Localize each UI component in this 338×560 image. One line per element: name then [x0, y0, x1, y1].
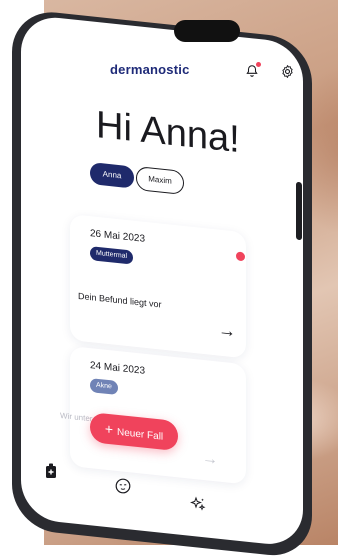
case-icon[interactable] — [45, 463, 57, 479]
case-message: Wir unter — [60, 410, 93, 424]
case-tag: Muttermal — [90, 246, 134, 265]
case-tag: Akne — [90, 378, 118, 396]
case-card[interactable]: 26 Mai 2023 Muttermal Dein Befund liegt … — [70, 214, 246, 359]
gear-icon[interactable] — [280, 64, 295, 79]
case-message: Dein Befund liegt vor — [78, 290, 162, 310]
arrow-right-icon[interactable]: → — [202, 450, 218, 470]
new-case-label: Neuer Fall — [117, 426, 164, 443]
sparkle-icon[interactable] — [190, 496, 206, 512]
face-icon[interactable] — [115, 478, 131, 494]
notification-dot — [256, 62, 261, 67]
profile-tab-anna[interactable]: Anna — [90, 162, 134, 189]
case-date: 26 Mai 2023 — [90, 228, 146, 245]
arrow-right-icon[interactable]: → — [218, 320, 236, 343]
phone-mockup: dermanostic Hi Anna! Anna Maxim 26 Mai 2… — [0, 0, 338, 560]
app-logo: dermanostic — [110, 62, 190, 77]
greeting-title: Hi Anna! — [96, 104, 240, 162]
unread-indicator — [236, 251, 245, 262]
app-content: dermanostic Hi Anna! Anna Maxim 26 Mai 2… — [0, 0, 338, 545]
plus-icon: + — [104, 420, 114, 438]
profile-tab-maxim[interactable]: Maxim — [136, 166, 184, 196]
case-date: 24 Mai 2023 — [90, 360, 146, 377]
